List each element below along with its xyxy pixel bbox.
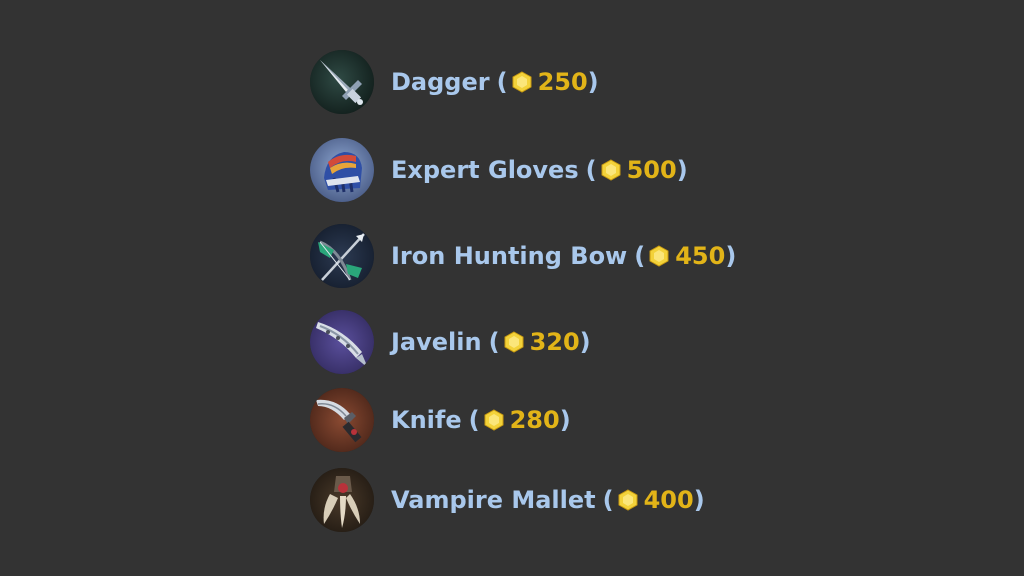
item-price: 500 xyxy=(626,156,677,184)
paren-open: ( xyxy=(585,156,597,184)
item-label: Knife ( 280 ) xyxy=(391,408,571,432)
list-item-dagger[interactable]: Dagger ( 250 ) xyxy=(310,50,599,114)
gold-coin-icon xyxy=(483,409,505,431)
list-item-vampire-mallet[interactable]: Vampire Mallet ( 400 ) xyxy=(310,468,705,532)
list-item-expert-gloves[interactable]: Expert Gloves ( 500 ) xyxy=(310,138,688,202)
item-label: Iron Hunting Bow ( 450 ) xyxy=(391,244,736,268)
gold-coin-icon xyxy=(511,71,533,93)
item-price: 400 xyxy=(643,486,694,514)
item-label: Vampire Mallet ( 400 ) xyxy=(391,488,705,512)
gold-coin-icon xyxy=(503,331,525,353)
paren-open: ( xyxy=(634,242,646,270)
paren-open: ( xyxy=(468,406,480,434)
paren-close: ) xyxy=(587,68,599,96)
paren-close: ) xyxy=(725,242,737,270)
item-name: Knife xyxy=(391,406,462,434)
paren-close: ) xyxy=(676,156,688,184)
expert-gloves-icon xyxy=(310,138,374,202)
gold-coin-icon xyxy=(600,159,622,181)
item-price: 320 xyxy=(529,328,580,356)
gold-coin-icon xyxy=(617,489,639,511)
item-name: Dagger xyxy=(391,68,490,96)
item-label: Expert Gloves ( 500 ) xyxy=(391,158,688,182)
paren-open: ( xyxy=(488,328,500,356)
paren-close: ) xyxy=(693,486,705,514)
dagger-icon xyxy=(310,50,374,114)
item-price: 450 xyxy=(675,242,726,270)
paren-close: ) xyxy=(579,328,591,356)
iron-hunting-bow-icon xyxy=(310,224,374,288)
item-label: Dagger ( 250 ) xyxy=(391,70,599,94)
list-item-javelin[interactable]: Javelin ( 320 ) xyxy=(310,310,591,374)
list-item-knife[interactable]: Knife ( 280 ) xyxy=(310,388,571,452)
item-name: Javelin xyxy=(391,328,482,356)
vampire-mallet-icon xyxy=(310,468,374,532)
item-list: Dagger ( 250 ) Expert Gloves (500) Iro… xyxy=(310,0,950,576)
item-label: Javelin ( 320 ) xyxy=(391,330,591,354)
item-price: 280 xyxy=(509,406,560,434)
knife-icon xyxy=(310,388,374,452)
list-item-iron-hunting-bow[interactable]: Iron Hunting Bow ( 450 ) xyxy=(310,224,736,288)
paren-open: ( xyxy=(602,486,614,514)
paren-close: ) xyxy=(559,406,571,434)
item-name: Expert Gloves xyxy=(391,156,579,184)
item-price: 250 xyxy=(537,68,588,96)
item-name: Iron Hunting Bow xyxy=(391,242,628,270)
gold-coin-icon xyxy=(648,245,670,267)
javelin-icon xyxy=(310,310,374,374)
paren-open: ( xyxy=(496,68,508,96)
item-name: Vampire Mallet xyxy=(391,486,596,514)
